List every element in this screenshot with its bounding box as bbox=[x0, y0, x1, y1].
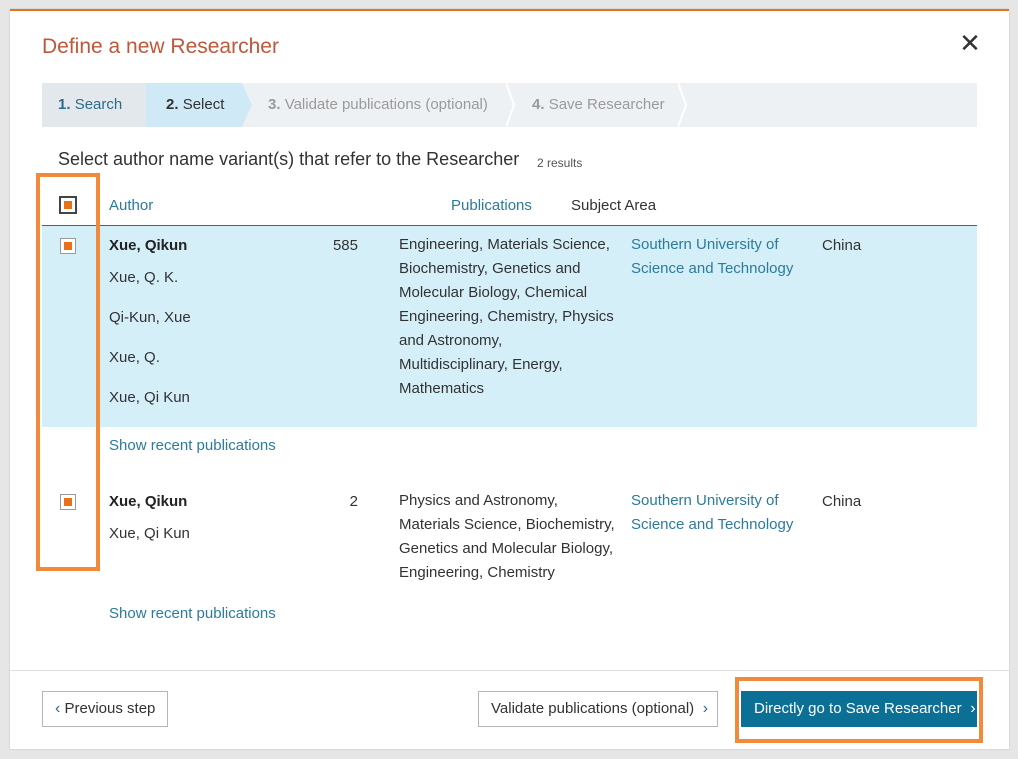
footer-divider bbox=[10, 670, 1009, 671]
step-progress-bar: 1. Search 2. Select 3. Validate publicat… bbox=[42, 83, 977, 127]
show-recent-publications-link[interactable]: Show recent publications bbox=[109, 605, 276, 622]
step-save: 4. Save Researcher bbox=[532, 96, 665, 113]
name-variant: Xue, Qi Kun bbox=[109, 525, 190, 542]
result-count: 2 results bbox=[537, 156, 583, 170]
affiliation-link[interactable]: Southern University of Science and Techn… bbox=[631, 489, 806, 537]
step-validate: 3. Validate publications (optional) bbox=[268, 96, 488, 113]
name-variant: Xue, Q. bbox=[109, 349, 160, 366]
save-researcher-button[interactable]: Directly go to Save Researcher › bbox=[741, 691, 977, 727]
step-select: 2. Select bbox=[146, 83, 242, 127]
dialog-title: Define a new Researcher bbox=[42, 35, 279, 58]
column-header-publications[interactable]: Publications bbox=[451, 197, 532, 214]
subject-area: Engineering, Materials Science, Biochemi… bbox=[399, 236, 614, 397]
author-name: Xue, Qikun bbox=[109, 237, 188, 254]
step-search[interactable]: 1. Search bbox=[42, 83, 146, 127]
publication-count: 2 bbox=[349, 493, 358, 510]
close-icon[interactable]: ✕ bbox=[958, 30, 982, 56]
validate-publications-button[interactable]: Validate publications (optional) › bbox=[478, 691, 718, 727]
name-variant: Qi-Kun, Xue bbox=[109, 309, 191, 326]
step-separator bbox=[242, 83, 252, 127]
chevron-left-icon: ‹ bbox=[55, 700, 61, 717]
name-variant: Xue, Q. K. bbox=[109, 269, 179, 286]
define-researcher-dialog: Define a new Researcher ✕ 1. Search 2. S… bbox=[10, 9, 1009, 749]
selection-heading: Select author name variant(s) that refer… bbox=[58, 149, 520, 169]
country: China bbox=[822, 237, 862, 254]
show-recent-publications-link[interactable]: Show recent publications bbox=[109, 437, 276, 454]
column-header-subject-area: Subject Area bbox=[571, 197, 657, 214]
step-separator bbox=[678, 83, 688, 127]
checkbox-column-highlight bbox=[36, 173, 100, 571]
step-separator bbox=[506, 83, 516, 127]
previous-step-button[interactable]: ‹ Previous step bbox=[42, 691, 168, 727]
publication-count: 585 bbox=[332, 237, 358, 254]
affiliation-link[interactable]: Southern University of Science and Techn… bbox=[631, 233, 806, 281]
author-name: Xue, Qikun bbox=[109, 493, 188, 510]
country: China bbox=[822, 493, 862, 510]
chevron-right-icon: › bbox=[698, 700, 709, 717]
chevron-right-icon: › bbox=[965, 700, 976, 717]
subject-area: Physics and Astronomy, Materials Science… bbox=[399, 492, 615, 581]
column-header-author[interactable]: Author bbox=[109, 197, 153, 214]
name-variant: Xue, Qi Kun bbox=[109, 389, 190, 406]
